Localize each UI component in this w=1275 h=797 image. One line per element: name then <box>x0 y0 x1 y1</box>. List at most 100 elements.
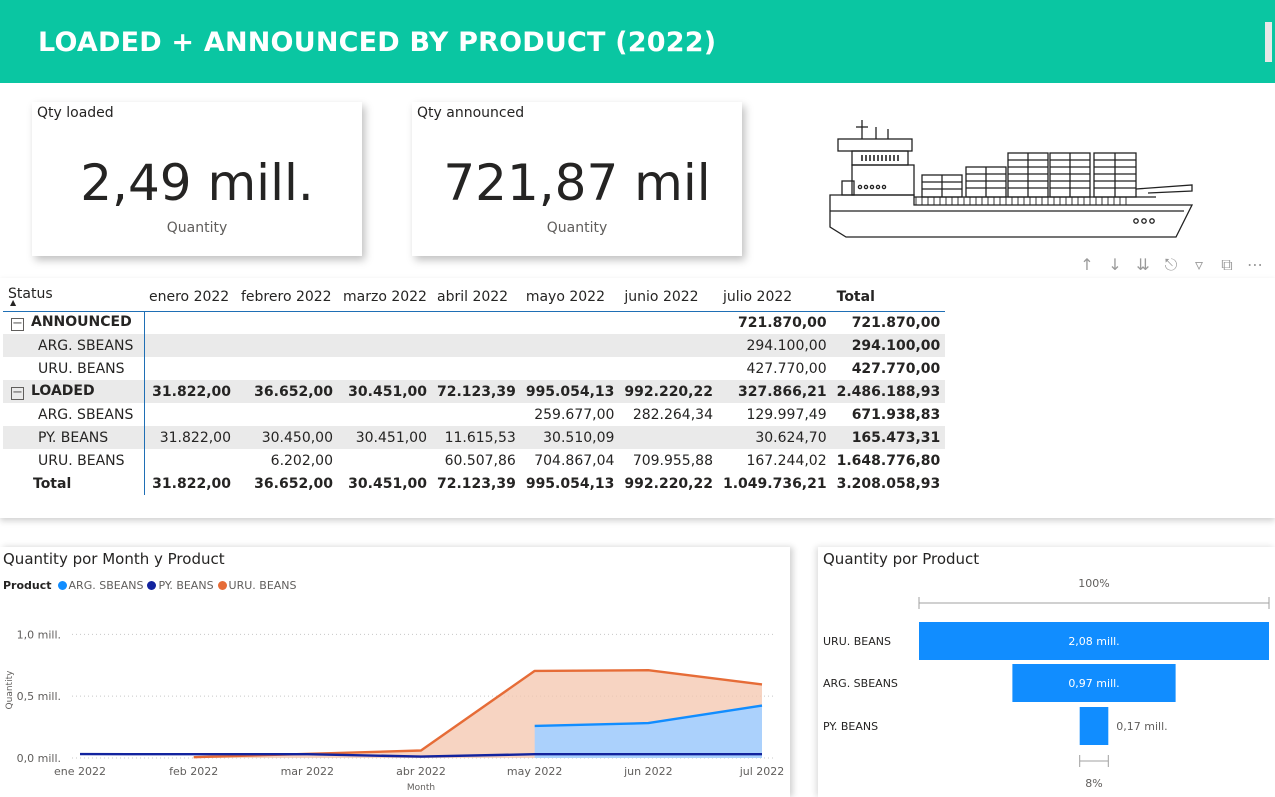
collapse-icon[interactable]: − <box>11 386 24 400</box>
column-header[interactable]: julio 2022 <box>718 283 832 311</box>
funnel-chart-plot: 100% URU. BEANS 2,08 mill. ARG. SBEANS 0,97 … <box>823 577 1270 790</box>
row-label: PY. BEANS <box>3 426 145 449</box>
funnel-bar <box>1079 707 1109 745</box>
matrix-cell: 992.220,22 <box>619 380 718 403</box>
matrix-cell-total: 294.100,00 <box>831 334 946 357</box>
funnel-chart-visual[interactable]: Quantity por Product 100% URU. BEANS 2,08 … <box>818 547 1275 797</box>
matrix-cell <box>432 311 521 334</box>
matrix-visual[interactable]: Status ▲ enero 2022 febrero 2022 marzo 20… <box>0 278 1275 518</box>
drill-hierarchy-icon[interactable]: ⎋ <box>1162 256 1180 274</box>
matrix-cell: 30.451,00 <box>348 475 427 492</box>
funnel-category-label: ARG. SBEANS <box>823 677 898 690</box>
column-header[interactable]: junio 2022 <box>619 283 718 311</box>
matrix-cell <box>144 449 236 472</box>
qty-loaded-card[interactable]: Qty loaded 2,49 mill. Quantity <box>32 102 362 256</box>
container-ship-icon <box>829 120 1194 238</box>
funnel-category-label: PY. BEANS <box>823 720 878 733</box>
x-tick-label: ene 2022 <box>54 765 106 778</box>
x-tick-label: mar 2022 <box>281 765 334 778</box>
column-header[interactable]: abril 2022 <box>432 283 521 311</box>
matrix-cell <box>144 334 236 357</box>
matrix-cell: 259.677,00 <box>534 406 615 423</box>
filter-icon[interactable]: ▿ <box>1190 256 1208 274</box>
matrix-cell: 11.615,53 <box>432 426 521 449</box>
matrix-cell: 129.997,49 <box>746 406 827 423</box>
qty-announced-card[interactable]: Qty announced 721,87 mil Quantity <box>412 102 742 256</box>
matrix-total-row: Total 31.822,00 36.652,00 30.451,00 72.1… <box>3 472 945 495</box>
matrix-cell: 36.652,00 <box>236 380 338 403</box>
column-header[interactable]: febrero 2022 <box>236 283 338 311</box>
matrix-cell <box>236 403 338 426</box>
matrix-cell <box>619 426 718 449</box>
status-matrix: Status ▲ enero 2022 febrero 2022 marzo 20… <box>3 283 946 495</box>
column-header-total[interactable]: Total <box>832 283 946 311</box>
matrix-cell <box>338 449 432 472</box>
matrix-header-row: Status ▲ enero 2022 febrero 2022 marzo 20… <box>3 283 946 311</box>
funnel-value-label: 0,97 mill. <box>1068 677 1119 690</box>
focus-mode-icon[interactable]: ⧉ <box>1218 256 1236 274</box>
matrix-row: URU. BEANS 6.202,00 60.507,86 704.867,04… <box>3 449 945 472</box>
funnel-value-label: 2,08 mill. <box>1068 635 1119 648</box>
card-value: 2,49 mill. <box>80 154 314 212</box>
matrix-cell-total: 671.938,83 <box>851 406 941 423</box>
matrix-group-row: − LOADED 31.822,00 36.652,00 30.451,00 72… <box>3 380 946 403</box>
y-tick-label: 1,0 mill. <box>17 628 61 641</box>
matrix-cell-total: 2.486.188,93 <box>831 380 946 403</box>
matrix-cell <box>432 334 521 357</box>
matrix-cell: 427.770,00 <box>746 360 827 377</box>
matrix-cell: 995.054,13 <box>520 380 620 403</box>
matrix-group-row: − ANNOUNCED 721.870,00 721.870,00 <box>3 311 945 334</box>
matrix-cell-total: 427.770,00 <box>851 360 941 377</box>
card-title: Qty announced <box>417 105 525 121</box>
matrix-cell: 31.822,00 <box>144 380 236 403</box>
matrix-cell <box>338 311 432 334</box>
matrix-cell: 6.202,00 <box>270 452 333 469</box>
x-tick-label: may 2022 <box>507 765 562 778</box>
matrix-cell <box>236 357 338 380</box>
funnel-value-label: 0,17 mill. <box>1116 720 1167 733</box>
matrix-cell: 327.866,21 <box>717 380 832 403</box>
row-label: − LOADED <box>3 380 145 403</box>
matrix-cell <box>338 357 432 380</box>
card-subtitle: Quantity <box>166 220 228 236</box>
area-chart-plot: 0,0 mill. 0,5 mill. 1,0 mill. ene 2022 feb 2… <box>5 628 784 793</box>
matrix-row: ARG. SBEANS 259.677,00 282.264,34 129.99… <box>3 403 945 426</box>
matrix-cell: 995.054,13 <box>525 475 615 492</box>
drill-down-icon[interactable]: ↓ <box>1106 256 1124 274</box>
matrix-cell: 30.451,00 <box>338 380 432 403</box>
funnel-category-label: URU. BEANS <box>823 635 891 648</box>
collapse-icon[interactable]: − <box>11 317 24 332</box>
matrix-cell: 1.049.736,21 <box>722 475 827 492</box>
drill-up-icon[interactable]: ↑ <box>1078 256 1096 274</box>
row-label: ARG. SBEANS <box>3 334 145 357</box>
more-options-icon[interactable]: ⋯ <box>1246 256 1264 274</box>
row-label: − ANNOUNCED <box>3 311 145 334</box>
page-scrollbar[interactable] <box>1265 22 1272 62</box>
matrix-cell: 167.244,02 <box>746 452 827 469</box>
matrix-cell: 72.123,39 <box>437 475 516 492</box>
column-header[interactable]: marzo 2022 <box>338 283 432 311</box>
matrix-cell: 31.822,00 <box>152 475 231 492</box>
x-tick-label: feb 2022 <box>169 765 218 778</box>
report-title: LOADED + ANNOUNCED BY PRODUCT (2022) <box>38 27 717 58</box>
row-label: Total <box>3 472 145 495</box>
matrix-cell: 721.870,00 <box>738 314 827 331</box>
report-page: LOADED + ANNOUNCED BY PRODUCT (2022) Qty… <box>0 0 1275 797</box>
matrix-cell-total: 721.870,00 <box>851 314 941 331</box>
column-header[interactable]: mayo 2022 <box>521 283 620 311</box>
column-header-status[interactable]: Status ▲ <box>3 283 144 311</box>
row-label: URU. BEANS <box>3 449 145 472</box>
matrix-cell: 294.100,00 <box>717 334 832 357</box>
matrix-row: URU. BEANS 427.770,00 427.770,00 <box>3 357 945 380</box>
area-chart-visual[interactable]: Quantity por Month y Product Product ARG… <box>0 547 790 797</box>
matrix-cell: 282.264,34 <box>632 406 713 423</box>
y-tick-label: 0,0 mill. <box>17 752 61 765</box>
column-header[interactable]: enero 2022 <box>144 283 236 311</box>
matrix-cell <box>144 403 236 426</box>
row-label: URU. BEANS <box>3 357 145 380</box>
matrix-cell <box>521 311 620 334</box>
matrix-cell <box>432 357 521 380</box>
matrix-cell <box>619 311 718 334</box>
visual-toolbar: ↑ ↓ ⇊ ⎋ ▿ ⧉ ⋯ <box>1078 256 1264 274</box>
expand-all-icon[interactable]: ⇊ <box>1134 256 1152 274</box>
